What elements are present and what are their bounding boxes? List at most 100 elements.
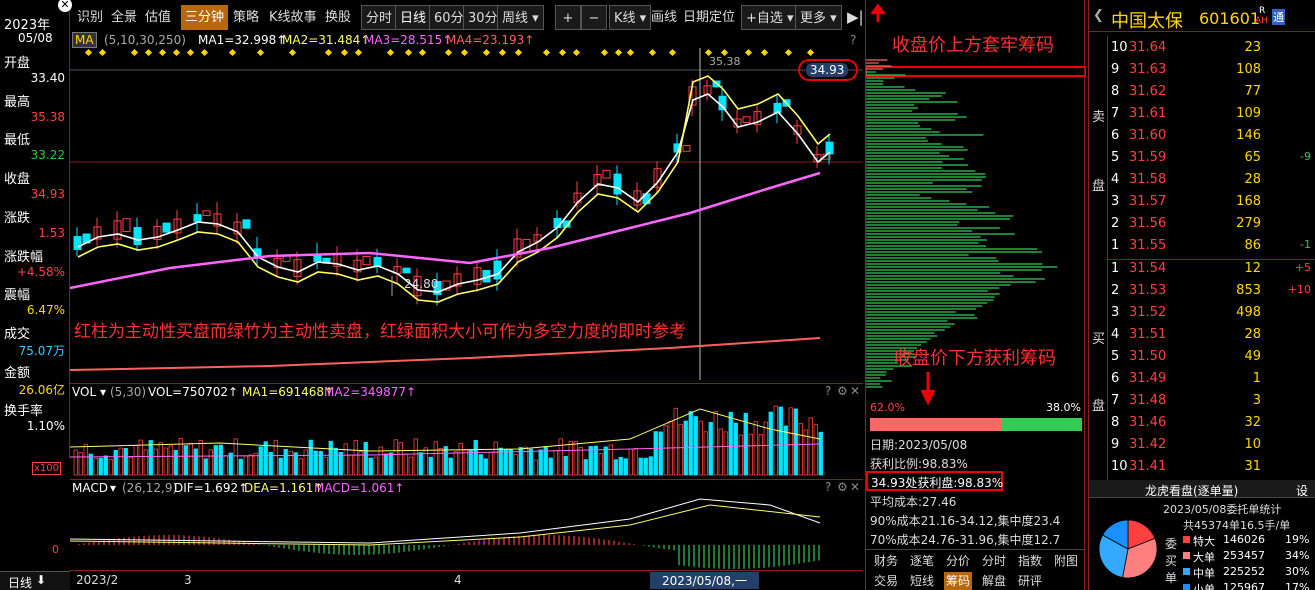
toolbar-right-item[interactable]: K线 ▾ (609, 5, 652, 30)
zoom-out-button[interactable]: − (581, 5, 607, 30)
volume-bar (373, 456, 378, 476)
vol-selector[interactable]: VOL (72, 385, 96, 399)
level-change: +10 (1287, 283, 1311, 296)
chip-distribution-chart[interactable] (866, 0, 1086, 440)
volume-bar (323, 456, 328, 476)
order-row[interactable]: 9 31.42 10 (1111, 435, 1311, 457)
candle-body (202, 210, 211, 217)
order-row[interactable]: 2 31.53 853 +10 (1111, 281, 1311, 303)
order-row[interactable]: 5 31.50 49 (1111, 347, 1311, 369)
next-icon[interactable]: ▶| (843, 5, 868, 30)
toolbar-right-item[interactable]: 日期定位 (679, 5, 739, 30)
macd-close-icon[interactable]: ✕ (850, 480, 860, 494)
order-row[interactable]: 5 31.59 65 -9 (1111, 148, 1311, 170)
period-tab[interactable]: 日线 ⬇ (0, 571, 70, 590)
dragon-total: 共45374单16.5手/单 (1183, 517, 1290, 533)
vol-close-icon[interactable]: ✕ (850, 384, 860, 398)
toolbar-item[interactable]: 全景 (107, 5, 141, 30)
toolbar-item[interactable]: 策略 (229, 5, 263, 30)
level-price: 31.53 (1129, 283, 1167, 298)
vol-help-icon[interactable]: ? (825, 384, 831, 398)
order-row[interactable]: 8 31.62 77 (1111, 82, 1311, 104)
volume-bar (418, 452, 423, 476)
toolbar-item[interactable]: 识别 (73, 5, 107, 30)
volume-bar (548, 457, 553, 476)
chip-tab[interactable]: 解盘 (980, 572, 1008, 590)
macd-help-icon[interactable]: ? (825, 480, 831, 494)
volume-bar (288, 450, 293, 476)
order-row[interactable]: 1 31.54 12 +5 (1111, 259, 1311, 281)
help-icon[interactable]: ? (850, 33, 856, 47)
period-button[interactable]: 周线 ▾ (497, 5, 544, 30)
order-row[interactable]: 7 31.61 109 (1111, 104, 1311, 126)
stock-name: 中国太保 (1111, 11, 1183, 32)
macd-chart[interactable] (70, 495, 863, 570)
volume-bar (143, 449, 148, 476)
period-button[interactable]: 分时 (361, 5, 398, 30)
badge-connect[interactable]: 通 (1272, 9, 1285, 25)
level-price: 31.49 (1129, 371, 1167, 386)
back-icon[interactable]: ❮ (1093, 8, 1104, 23)
toolbar-right-item[interactable]: 更多 ▾ (795, 5, 842, 30)
toolbar-item[interactable]: 换股 (321, 5, 355, 30)
signal-diamond (648, 48, 657, 57)
chip-tab[interactable]: 短线 (908, 572, 936, 590)
ma-selector[interactable]: MA (72, 32, 97, 48)
level-price: 31.50 (1129, 349, 1167, 364)
zoom-in-button[interactable]: + (555, 5, 581, 30)
volume-bar (243, 455, 248, 476)
signal-diamond (324, 48, 333, 57)
level-number: 2 (1111, 216, 1120, 231)
macd-selector[interactable]: MACD (72, 481, 108, 495)
order-size-pct: 17% (1285, 581, 1310, 590)
toolbar-item[interactable]: K线故事 (265, 5, 321, 30)
order-row[interactable]: 10 31.64 23 (1111, 38, 1311, 60)
chip-tab[interactable]: 附图 (1052, 550, 1080, 572)
level-price: 31.60 (1129, 128, 1167, 143)
low-price-label: 24.80 (404, 277, 439, 291)
volume-bar (78, 452, 83, 476)
level-number: 2 (1111, 283, 1120, 298)
order-row[interactable]: 9 31.63 108 (1111, 60, 1311, 82)
chip-tab[interactable]: 交易 (872, 572, 900, 590)
volume-bar (583, 459, 588, 476)
chip-tab[interactable]: 分时 (980, 550, 1008, 572)
level-volume: 146 (1236, 128, 1261, 143)
signal-diamond (386, 48, 395, 57)
order-row[interactable]: 10 31.41 31 (1111, 457, 1311, 479)
order-row[interactable]: 6 31.49 1 (1111, 369, 1311, 391)
chip-tab[interactable]: 逐笔 (908, 550, 936, 572)
chip-tab[interactable]: 分价 (944, 550, 972, 572)
candle-body (493, 260, 502, 280)
panel-field-value: 1.53 (38, 225, 65, 240)
macd-zero-label: 0 (52, 543, 59, 556)
chip-tab[interactable]: 指数 (1016, 550, 1044, 572)
order-row[interactable]: 8 31.46 32 (1111, 413, 1311, 435)
order-row[interactable]: 1 31.55 86 -1 (1111, 236, 1311, 258)
order-row[interactable]: 3 31.57 168 (1111, 192, 1311, 214)
signal-diamond (626, 48, 635, 57)
level-number: 1 (1111, 238, 1120, 253)
volume-chart[interactable] (70, 399, 863, 477)
vol-settings-icon[interactable]: ⚙ (837, 384, 848, 398)
order-row[interactable]: 4 31.51 28 (1111, 325, 1311, 347)
chip-tab[interactable]: 筹码 (944, 572, 973, 590)
toolbar-item[interactable]: 估值 (141, 5, 175, 30)
chip-tab[interactable]: 研评 (1016, 572, 1044, 590)
toolbar-right-item[interactable]: 画线 (647, 5, 681, 30)
volume-bar (303, 449, 308, 476)
level-volume: 32 (1244, 415, 1261, 430)
toolbar-item[interactable]: 三分钟 (181, 5, 229, 30)
order-row[interactable]: 7 31.48 3 (1111, 391, 1311, 413)
dragon-settings[interactable]: 设 (1296, 482, 1308, 499)
volume-bar (258, 446, 263, 476)
macd-settings-icon[interactable]: ⚙ (837, 480, 848, 494)
toolbar-right-item[interactable]: +自选 ▾ (741, 5, 799, 30)
period-button[interactable]: 日线 (395, 5, 432, 30)
order-row[interactable]: 4 31.58 28 (1111, 170, 1311, 192)
chip-tab[interactable]: 财务 (872, 550, 900, 572)
order-row[interactable]: 2 31.56 279 (1111, 214, 1311, 236)
order-row[interactable]: 3 31.52 498 (1111, 303, 1311, 325)
panel-field-value: 75.07万 (18, 343, 65, 358)
order-row[interactable]: 6 31.60 146 (1111, 126, 1311, 148)
